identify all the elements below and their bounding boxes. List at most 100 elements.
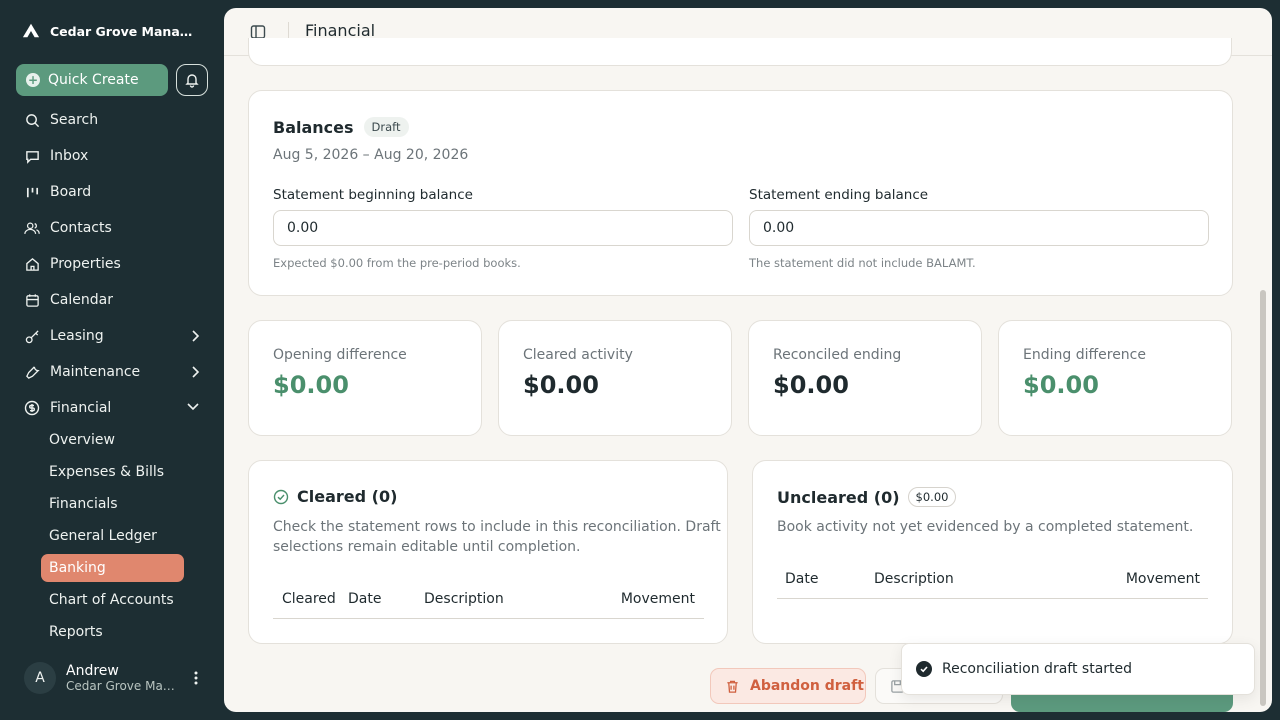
stat-opening-difference: Opening difference $0.00 [248,320,482,436]
stat-value: $0.00 [1023,371,1099,399]
abandon-draft-button[interactable]: Abandon draft [710,668,866,704]
sidebar-item-contacts[interactable]: Contacts [16,210,212,246]
sidebar-item-label: Calendar [50,292,113,308]
beginning-balance-field: Statement beginning balance Expected $0.… [273,187,733,270]
ending-balance-input[interactable] [749,210,1209,246]
column-header-movement[interactable]: Movement [1126,571,1200,587]
sidebar-item-label: Properties [50,256,121,272]
balances-card: Balances Draft Aug 5, 2026 – Aug 20, 202… [248,90,1233,296]
uncleared-amount-badge: $0.00 [907,487,957,507]
bell-icon [185,74,199,88]
calendar-icon [24,292,40,308]
sidebar-item-label: Maintenance [50,364,141,380]
sidebar-item-board[interactable]: Board [16,174,212,210]
financial-subnav: Overview Expenses & Bills Financials Gen… [41,424,184,648]
user-name: Andrew [66,663,119,679]
column-header-cleared[interactable]: Cleared [282,591,336,607]
sidebar-item-leasing[interactable]: Leasing [16,318,212,354]
contacts-icon [24,220,40,236]
ending-balance-help: The statement did not include BALAMT. [749,256,976,270]
status-badge: Draft [363,117,409,137]
stat-value: $0.00 [773,371,849,399]
stat-label: Reconciled ending [773,347,902,363]
check-circle-icon [273,489,289,504]
toast-message: Reconciliation draft started [942,661,1133,677]
cleared-description: Check the statement rows to include in t… [273,517,721,557]
uncleared-table-header: Date Description Movement [777,559,1208,599]
main-nav: Search Inbox Board Contacts Properties C… [16,102,212,426]
balances-date-range: Aug 5, 2026 – Aug 20, 2026 [273,147,469,163]
uncleared-title: Uncleared (0) [777,487,900,507]
stat-label: Ending difference [1023,347,1146,363]
notifications-button[interactable] [176,64,208,96]
key-icon [24,328,40,344]
dollar-icon [24,400,40,416]
main-panel: Financial Balances Draft Aug 5, 2026 – A… [224,8,1272,712]
stat-cleared-activity: Cleared activity $0.00 [498,320,732,436]
ending-balance-field: Statement ending balance The statement d… [749,187,1209,270]
sidebar-item-financial[interactable]: Financial [16,390,212,426]
toast-notification: Reconciliation draft started [901,643,1255,695]
trash-icon [727,680,738,693]
column-header-date[interactable]: Date [785,571,818,587]
brand[interactable]: Cedar Grove Management [22,22,200,40]
sidebar-item-label: Search [50,112,99,128]
board-icon [24,184,40,200]
subnav-item-general-ledger[interactable]: General Ledger [41,520,184,552]
subnav-item-reports[interactable]: Reports [41,616,184,648]
column-header-description[interactable]: Description [874,571,954,587]
subnav-item-banking[interactable]: Banking [41,554,184,582]
subnav-item-expenses-bills[interactable]: Expenses & Bills [41,456,184,488]
chevron-right-icon [192,366,200,378]
sidebar-item-maintenance[interactable]: Maintenance [16,354,212,390]
user-org: Cedar Grove Management [66,679,178,693]
sidebar-item-search[interactable]: Search [16,102,212,138]
chevron-right-icon [192,330,200,342]
sidebar-item-calendar[interactable]: Calendar [16,282,212,318]
cleared-title: Cleared (0) [297,487,398,506]
search-icon [24,112,40,128]
column-header-date[interactable]: Date [348,591,381,607]
sidebar-item-inbox[interactable]: Inbox [16,138,212,174]
column-header-description[interactable]: Description [424,591,504,607]
home-icon [24,256,40,272]
quick-create-label: Quick Create [48,72,139,88]
sidebar-item-label: Board [50,184,92,200]
stat-value: $0.00 [523,371,599,399]
quick-create-button[interactable]: + Quick Create [16,64,168,96]
stat-value: $0.00 [273,371,349,399]
scrollbar[interactable] [1260,290,1266,706]
stat-label: Cleared activity [523,347,633,363]
cleared-description-line: selections remain editable until complet… [273,539,581,555]
cleared-table-header: Cleared Date Description Movement [273,579,704,619]
brand-logo-icon [22,23,40,38]
check-circle-icon [916,661,932,677]
stat-ending-difference: Ending difference $0.00 [998,320,1232,436]
cleared-description-line: Check the statement rows to include in t… [273,519,721,535]
beginning-balance-help: Expected $0.00 from the pre-period books… [273,256,521,270]
uncleared-description: Book activity not yet evidenced by a com… [777,519,1194,535]
subnav-item-overview[interactable]: Overview [41,424,184,456]
beginning-balance-input[interactable] [273,210,733,246]
column-header-movement[interactable]: Movement [621,591,695,607]
more-options-icon[interactable] [194,671,198,685]
beginning-balance-label: Statement beginning balance [273,187,473,203]
ending-balance-label: Statement ending balance [749,187,929,203]
sidebar-item-label: Leasing [50,328,104,344]
avatar: A [24,662,56,694]
sidebar-item-properties[interactable]: Properties [16,246,212,282]
user-profile[interactable]: A Andrew Cedar Grove Management [24,662,204,694]
chevron-down-icon [187,403,199,411]
brand-name: Cedar Grove Management [50,23,200,39]
uncleared-card: Uncleared (0) $0.00 Book activity not ye… [752,460,1233,644]
subnav-item-chart-of-accounts[interactable]: Chart of Accounts [41,584,184,616]
plus-icon: + [26,73,40,87]
subnav-item-financials[interactable]: Financials [41,488,184,520]
balances-title: Balances [273,117,354,137]
sidebar-item-label: Inbox [50,148,89,164]
inbox-icon [24,148,40,164]
wrench-icon [24,364,40,380]
sidebar-item-label: Financial [50,400,112,416]
abandon-draft-label: Abandon draft [750,678,864,694]
cleared-card: Cleared (0) Check the statement rows to … [248,460,728,644]
